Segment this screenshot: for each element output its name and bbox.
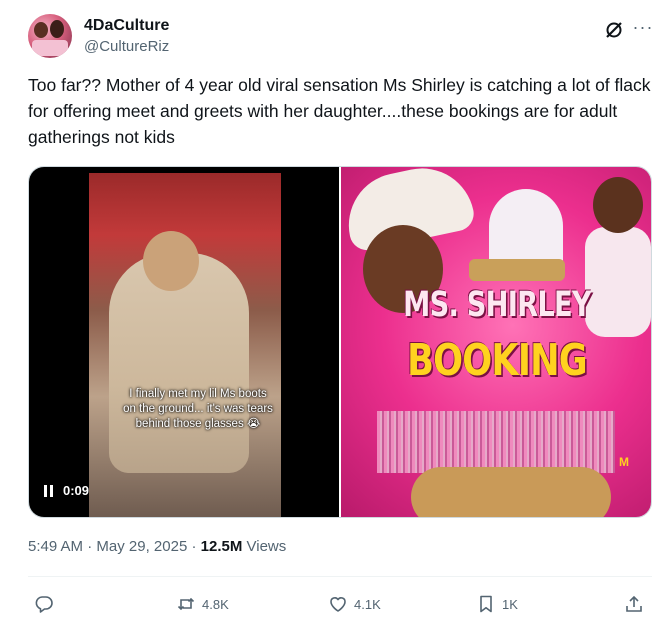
tweet-date[interactable]: May 29, 2025 — [96, 538, 187, 555]
author-handle[interactable]: @CultureRiz — [84, 38, 169, 55]
tweet-time[interactable]: 5:49 AM — [28, 538, 83, 555]
poster-title-line2: BOOKING — [407, 335, 588, 386]
like-button[interactable]: 4.1K — [328, 590, 381, 618]
bookmark-icon — [480, 595, 492, 613]
retweet-count: 4.8K — [202, 596, 229, 612]
author-display-name[interactable]: 4DaCulture — [84, 17, 169, 35]
poster-image[interactable]: MS. SHIRLEY BOOKING M — [341, 167, 651, 517]
avatar[interactable] — [28, 14, 72, 58]
poster-title-line1: MS. SHIRLEY — [403, 285, 591, 325]
heart-icon — [330, 597, 346, 612]
video-player[interactable]: I finally met my lil Ms boots on the gro… — [29, 167, 339, 517]
video-time: 0:09 — [63, 483, 90, 498]
poster-edge-letter: M — [619, 455, 629, 469]
reply-icon — [35, 596, 53, 613]
views-count: 12.5M — [200, 538, 243, 555]
video-controls[interactable]: 0:09 — [43, 483, 89, 498]
retweet-button[interactable]: 4.8K — [176, 590, 229, 618]
tweet-meta: 5:49 AM · May 29, 2025 · 12.5M Views — [28, 538, 286, 555]
action-bar: 4.8K 4.1K 1K — [28, 590, 652, 618]
tweet-text: Too far?? Mother of 4 year old viral sen… — [28, 75, 651, 147]
pixelated-redaction — [377, 411, 615, 473]
share-button[interactable] — [624, 590, 644, 618]
share-icon — [626, 595, 642, 612]
grok-icon[interactable] — [604, 20, 624, 40]
meta-separator: · — [87, 538, 93, 555]
bookmark-button[interactable]: 1K — [476, 590, 518, 618]
views-label: Views — [246, 538, 287, 555]
video-thumbnail: I finally met my lil Ms boots on the gro… — [89, 173, 281, 517]
more-options-icon[interactable]: ··· — [632, 18, 654, 40]
retweet-icon — [177, 597, 195, 611]
bookmark-count: 1K — [502, 596, 518, 612]
media-grid: I finally met my lil Ms boots on the gro… — [28, 166, 652, 518]
divider — [28, 576, 652, 577]
video-caption: I finally met my lil Ms boots on the gro… — [123, 388, 273, 430]
tweet-header: 4DaCulture @CultureRiz ··· — [28, 14, 652, 62]
reply-button[interactable] — [34, 590, 60, 618]
pause-icon[interactable] — [43, 484, 55, 497]
meta-separator: · — [191, 538, 197, 555]
like-count: 4.1K — [354, 596, 381, 612]
